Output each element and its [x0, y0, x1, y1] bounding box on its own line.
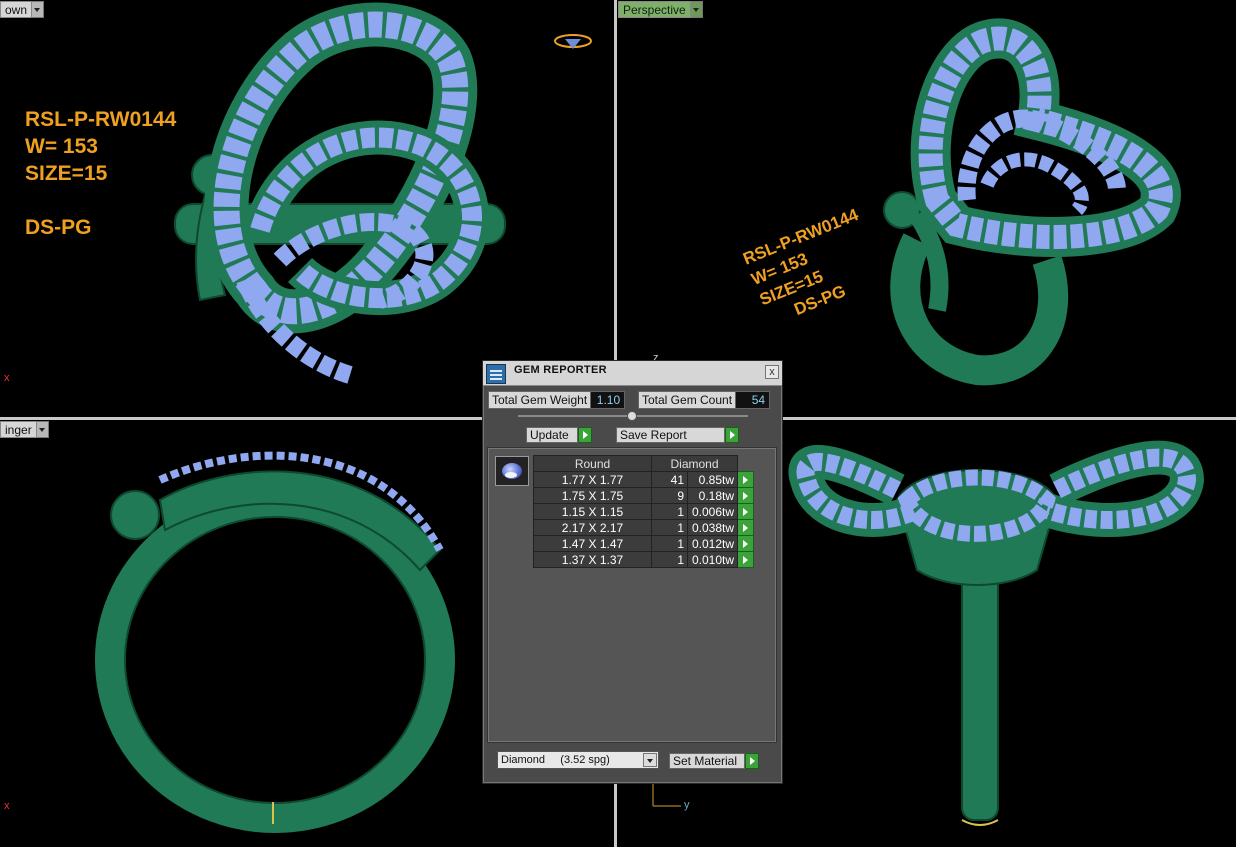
- set-material-button-label: Set Material: [669, 753, 745, 769]
- table-row: 1.47 X 1.47 1 0.012tw: [533, 535, 754, 552]
- row-select-arrow-icon[interactable]: [737, 503, 754, 520]
- row-select-arrow-icon[interactable]: [737, 519, 754, 536]
- viewport-perspective[interactable]: Perspective RSL-P-RW0144 W= 153 SIZE=15 …: [617, 0, 1236, 417]
- gem-count: 1: [651, 535, 688, 552]
- play-arrow-icon[interactable]: [578, 427, 592, 443]
- save-report-button-label: Save Report: [616, 427, 725, 443]
- gem-reporter-title: GEM REPORTER: [514, 364, 607, 376]
- axis-y-label: y: [684, 799, 690, 811]
- chevron-down-icon[interactable]: [643, 753, 657, 767]
- total-gem-count-label: Total Gem Count: [638, 391, 737, 409]
- gem-table-header-shape: Round: [533, 455, 652, 472]
- gem-size: 1.37 X 1.37: [533, 551, 652, 568]
- ring-perspective-view: [883, 18, 1181, 386]
- viewport-top[interactable]: own RSL-P-RW0144 W= 153 SIZE=15 DS-PG x: [0, 0, 614, 417]
- total-gem-count: Total Gem Count 54: [638, 391, 771, 409]
- gem-table-header: Round Diamond: [533, 455, 754, 472]
- update-button[interactable]: Update: [526, 427, 592, 443]
- gem-list-panel: Round Diamond 1.77 X 1.77 41 0.85tw 1.75…: [487, 447, 777, 743]
- axis-x-label: x: [4, 372, 10, 384]
- axis-x-label: x: [4, 800, 10, 812]
- row-select-arrow-icon[interactable]: [737, 471, 754, 488]
- divider-handle[interactable]: [627, 411, 637, 421]
- gem-size: 1.47 X 1.47: [533, 535, 652, 552]
- gem-size: 2.17 X 2.17: [533, 519, 652, 536]
- gem-round-thumbnail-icon[interactable]: [495, 456, 529, 486]
- gem-weight: 0.006tw: [687, 503, 738, 520]
- gem-weight: 0.010tw: [687, 551, 738, 568]
- table-row: 1.77 X 1.77 41 0.85tw: [533, 471, 754, 488]
- close-icon[interactable]: x: [765, 365, 779, 379]
- gem-size: 1.77 X 1.77: [533, 471, 652, 488]
- gem-count: 41: [651, 471, 688, 488]
- table-row: 2.17 X 2.17 1 0.038tw: [533, 519, 754, 536]
- update-button-label: Update: [526, 427, 578, 443]
- gem-count: 1: [651, 551, 688, 568]
- table-row: 1.15 X 1.15 1 0.006tw: [533, 503, 754, 520]
- gem-weight: 0.012tw: [687, 535, 738, 552]
- table-row: 1.75 X 1.75 9 0.18tw: [533, 487, 754, 504]
- gem-weight: 0.18tw: [687, 487, 738, 504]
- material-select[interactable]: Diamond (3.52 spg): [497, 751, 659, 769]
- gem-size: 1.15 X 1.15: [533, 503, 652, 520]
- gem-table-header-material: Diamond: [651, 455, 738, 472]
- gem-count: 9: [651, 487, 688, 504]
- cad-workspace: own RSL-P-RW0144 W= 153 SIZE=15 DS-PG x: [0, 0, 1236, 847]
- set-material-button[interactable]: Set Material: [669, 753, 759, 769]
- gem-reporter-dialog: GEM REPORTER x Total Gem Weight 1.10 Tot…: [482, 360, 783, 784]
- material-select-value: Diamond (3.52 spg): [501, 754, 610, 766]
- gem-reporter-app-icon: [486, 364, 506, 384]
- play-arrow-icon[interactable]: [725, 427, 739, 443]
- annotation-top: RSL-P-RW0144 W= 153 SIZE=15 DS-PG: [25, 108, 177, 239]
- row-select-arrow-icon[interactable]: [737, 535, 754, 552]
- row-select-arrow-icon[interactable]: [737, 487, 754, 504]
- total-gem-weight-label: Total Gem Weight: [488, 391, 592, 409]
- table-row: 1.37 X 1.37 1 0.010tw: [533, 551, 754, 568]
- gem-table: Round Diamond 1.77 X 1.77 41 0.85tw 1.75…: [533, 455, 754, 568]
- gem-reporter-titlebar[interactable]: GEM REPORTER x: [483, 361, 782, 386]
- total-gem-weight: Total Gem Weight 1.10: [488, 391, 626, 409]
- view-cube-icon[interactable]: [553, 33, 593, 53]
- save-report-button[interactable]: Save Report: [616, 427, 739, 443]
- gem-count: 1: [651, 519, 688, 536]
- row-select-arrow-icon[interactable]: [737, 551, 754, 568]
- gem-weight: 0.038tw: [687, 519, 738, 536]
- total-gem-count-value: 54: [736, 391, 771, 409]
- gem-count: 1: [651, 503, 688, 520]
- play-arrow-icon[interactable]: [745, 753, 759, 769]
- total-gem-weight-value: 1.10: [591, 391, 626, 409]
- gem-size: 1.75 X 1.75: [533, 487, 652, 504]
- gem-weight: 0.85tw: [687, 471, 738, 488]
